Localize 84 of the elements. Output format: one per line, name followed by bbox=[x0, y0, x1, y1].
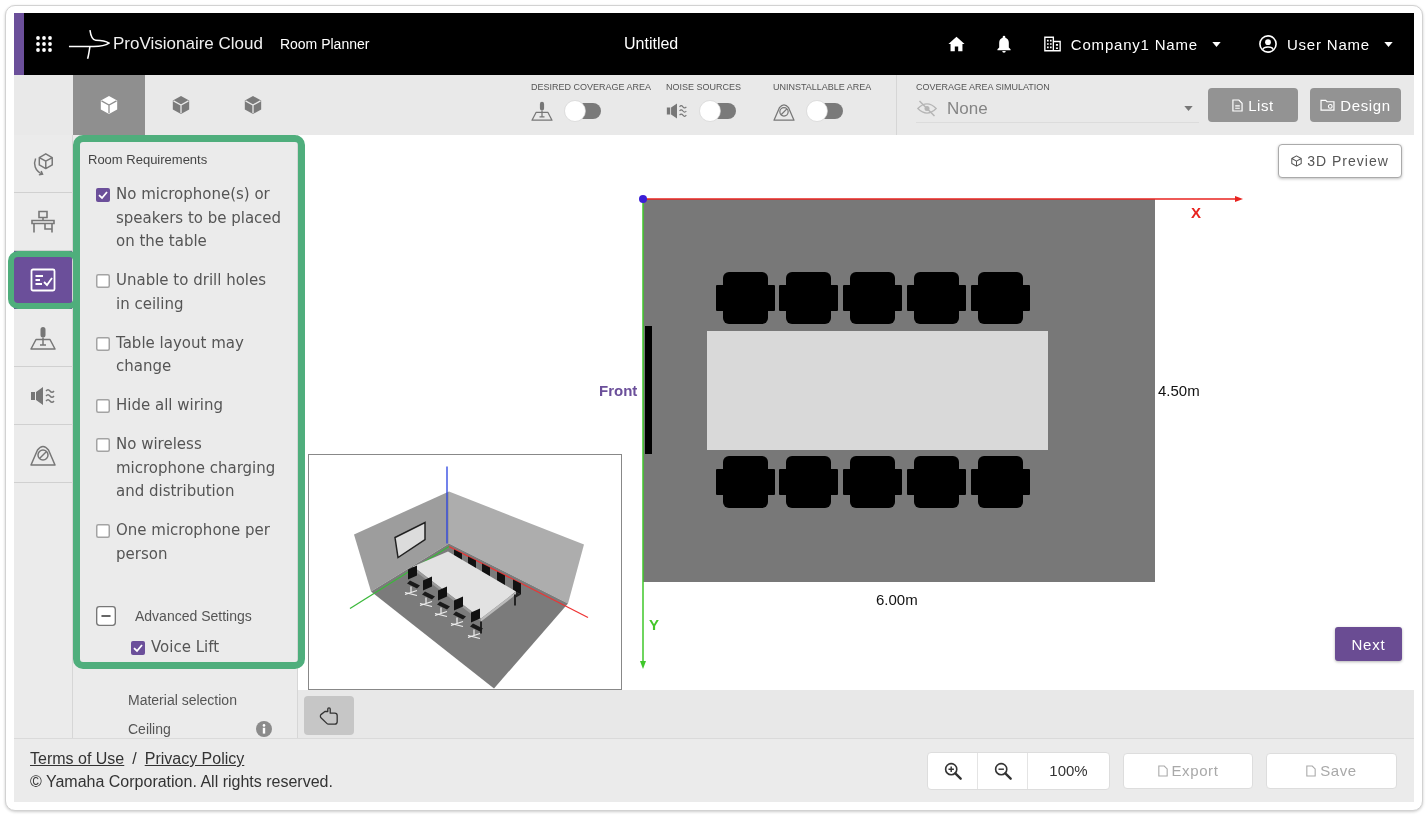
bell-icon[interactable] bbox=[996, 35, 1011, 53]
prohibited-area-icon bbox=[773, 101, 795, 121]
home-icon[interactable] bbox=[947, 36, 965, 52]
checkbox[interactable] bbox=[96, 524, 110, 538]
zoom-out-icon bbox=[993, 761, 1012, 780]
chair-icon bbox=[716, 272, 775, 324]
next-button[interactable]: Next bbox=[1335, 627, 1402, 661]
toggle-label: DESIRED COVERAGE AREA bbox=[531, 81, 653, 93]
section-heading: Material selection bbox=[127, 690, 238, 709]
cube-icon bbox=[100, 95, 118, 115]
document-icon bbox=[1232, 98, 1244, 112]
chair-icon bbox=[716, 456, 775, 508]
company-dropdown[interactable]: Company1 Name bbox=[1043, 29, 1221, 59]
axis-label: X bbox=[1191, 204, 1201, 222]
info-icon[interactable] bbox=[256, 720, 272, 737]
logo-text: ProVisionaire Cloud bbox=[113, 34, 263, 54]
checkbox-label: One microphone per person bbox=[116, 520, 271, 565]
eye-slash-icon bbox=[917, 100, 937, 117]
copyright-text: © Yamaha Corporation. All rights reserved. bbox=[30, 772, 333, 792]
chair-icon bbox=[971, 272, 1030, 324]
hand-icon bbox=[319, 706, 339, 725]
dimension-label: 6.00m bbox=[876, 591, 918, 609]
view-tab[interactable] bbox=[73, 75, 145, 135]
checkbox[interactable] bbox=[131, 641, 145, 655]
footer-link[interactable]: Privacy Policy bbox=[144, 748, 245, 770]
toggle-label: UNINSTALLABLE AREA bbox=[773, 81, 873, 93]
cube-icon bbox=[1291, 155, 1303, 167]
checkbox[interactable] bbox=[96, 188, 110, 202]
document-title: Untitled bbox=[624, 35, 679, 53]
checkbox-label: No wireless microphone charging and distribution bbox=[116, 434, 277, 502]
file-icon bbox=[1157, 764, 1168, 777]
chair-icon bbox=[843, 456, 902, 508]
folder-icon bbox=[1320, 99, 1336, 111]
origin-dot-icon bbox=[639, 195, 647, 203]
zoom-in-icon bbox=[943, 761, 962, 780]
file-icon bbox=[1306, 764, 1317, 777]
toggle-label: NOISE SOURCES bbox=[666, 81, 742, 93]
module-name: Room Planner bbox=[279, 36, 370, 52]
dimension-label: 4.50m bbox=[1158, 382, 1200, 400]
checkbox-label: No microphone(s) or speakers to be placed on the table bbox=[116, 184, 283, 252]
chair-icon bbox=[843, 272, 902, 324]
user-menu[interactable]: User Name bbox=[1258, 29, 1393, 59]
link-separator: / bbox=[132, 749, 137, 769]
checkbox-label: Hide all wiring bbox=[116, 395, 225, 416]
pan-tool-button[interactable] bbox=[304, 696, 354, 735]
checkbox[interactable] bbox=[96, 336, 110, 351]
toggle-switch[interactable] bbox=[698, 99, 738, 123]
field-label: Ceiling bbox=[128, 719, 171, 738]
caret-icon bbox=[1384, 41, 1393, 47]
select-label: COVERAGE AREA SIMULATION bbox=[916, 81, 1051, 93]
checklist-icon bbox=[30, 267, 56, 292]
chair-icon bbox=[971, 456, 1030, 508]
cube-icon bbox=[244, 95, 262, 115]
front-label: Front bbox=[599, 382, 638, 400]
caret-icon bbox=[1184, 106, 1193, 111]
desk-icon bbox=[30, 209, 56, 234]
footer-link[interactable]: Terms of Use bbox=[30, 748, 125, 770]
grid-menu-icon[interactable] bbox=[36, 36, 52, 52]
panel-title: Room Requirements bbox=[88, 151, 209, 169]
checkbox-label: Voice Lift bbox=[151, 637, 220, 658]
axis-label: Y bbox=[649, 616, 659, 634]
checkbox-label: Unable to drill holes in ceiling bbox=[116, 270, 268, 315]
cube-icon bbox=[172, 95, 190, 115]
chair-icon bbox=[907, 272, 966, 324]
chair-icon bbox=[779, 456, 838, 508]
microphone-area-icon bbox=[531, 101, 553, 121]
caret-icon bbox=[1211, 41, 1221, 47]
microphone-area-icon bbox=[30, 325, 56, 350]
speaker-noise-icon bbox=[666, 101, 688, 121]
3d-preview-button[interactable]: 3D Preview bbox=[1278, 144, 1402, 178]
building-icon bbox=[1043, 36, 1061, 52]
checkbox[interactable] bbox=[96, 274, 110, 288]
zoom-level: 100% bbox=[1048, 761, 1089, 781]
collapse-toggle[interactable] bbox=[96, 606, 116, 626]
chair-icon bbox=[779, 272, 838, 324]
checkbox[interactable] bbox=[96, 438, 110, 452]
toggle-switch[interactable] bbox=[563, 99, 603, 123]
user-avatar-icon bbox=[1258, 35, 1277, 53]
section-label: Advanced Settings bbox=[135, 607, 252, 626]
toggle-switch[interactable] bbox=[805, 99, 845, 123]
checkbox-label: Table layout may change bbox=[116, 332, 245, 377]
chair-icon bbox=[907, 456, 966, 508]
logo-icon bbox=[68, 28, 110, 60]
checkbox[interactable] bbox=[96, 399, 110, 413]
